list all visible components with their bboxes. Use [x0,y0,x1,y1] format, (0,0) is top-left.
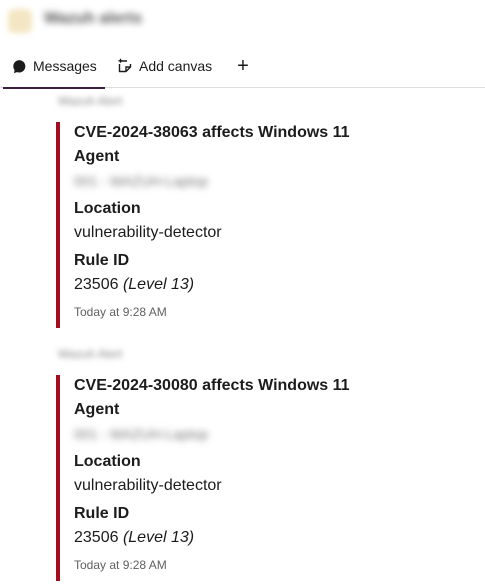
rule-id-value: 23506 (Level 13) [74,273,476,297]
alert-attachment: CVE-2024-38063 affects Windows 11 Agent … [56,122,476,328]
agent-label: Agent [74,148,120,165]
location-label: Location [74,200,141,217]
agent-value: 001 - WAZUH-Laptop [74,426,209,442]
channel-header: Wazuh alerts [0,0,485,44]
tab-bar: Messages Add canvas + [0,44,485,89]
message-sender[interactable]: Wazuh Alert [58,347,122,361]
location-label: Location [74,453,141,470]
tab-add-canvas-label: Add canvas [139,58,213,74]
alert-title: CVE-2024-30080 affects Windows 11 [74,377,350,394]
message-bubble-icon [12,59,27,74]
agent-value: 001 - WAZUH-Laptop [74,173,209,189]
alert-attachment: CVE-2024-30080 affects Windows 11 Agent … [56,375,476,581]
tab-add-canvas[interactable]: Add canvas [117,44,212,88]
rule-id-number: 23506 [74,276,119,293]
location-value: vulnerability-detector [74,224,222,241]
channel-avatar[interactable] [8,9,32,33]
add-tab-button[interactable]: + [234,44,252,88]
tab-messages-label: Messages [33,58,97,74]
rule-id-label: Rule ID [74,505,130,522]
message-timestamp[interactable]: Today at 9:28 AM [74,303,476,321]
rule-level: (Level 13) [122,276,195,293]
rule-id-label: Rule ID [74,252,130,269]
message-timestamp[interactable]: Today at 9:28 AM [74,556,476,574]
tab-messages[interactable]: Messages [3,44,105,89]
rule-id-number: 23506 [74,529,119,546]
alert-title: CVE-2024-38063 affects Windows 11 [74,124,350,141]
message-sender[interactable]: Wazuh Alert [58,94,122,108]
rule-level: (Level 13) [122,529,195,546]
canvas-icon [117,58,133,74]
agent-label: Agent [74,401,120,418]
channel-name[interactable]: Wazuh alerts [44,10,142,28]
active-tab-indicator [3,87,105,89]
plus-icon: + [237,54,249,77]
location-value: vulnerability-detector [74,477,222,494]
rule-id-value: 23506 (Level 13) [74,526,476,550]
